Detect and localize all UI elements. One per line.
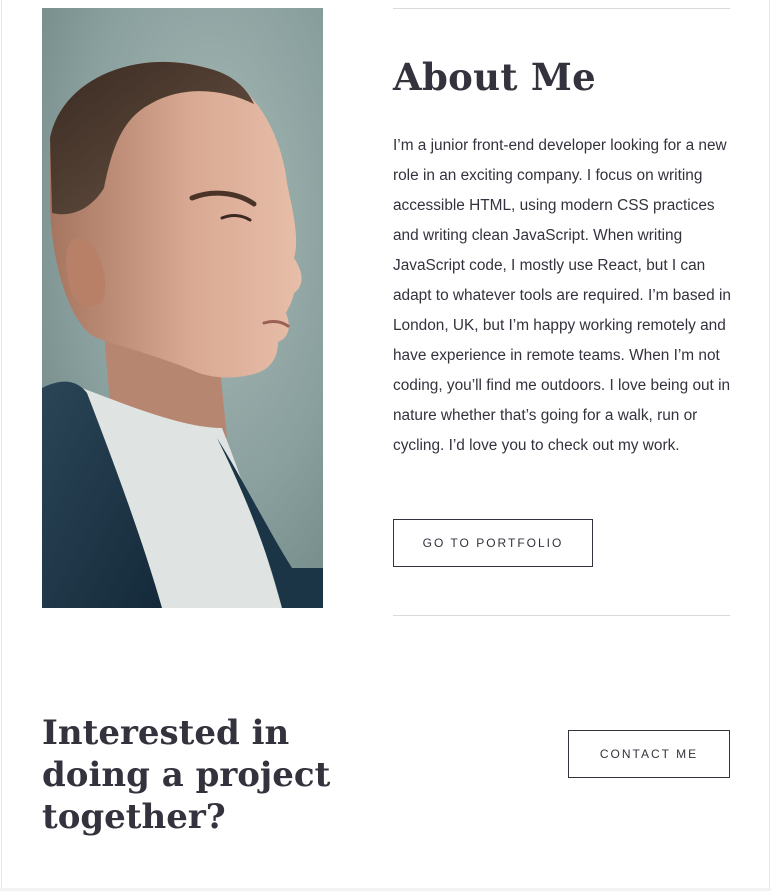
about-title: About Me — [393, 55, 597, 99]
about-description: I’m a junior front-end developer looking… — [393, 137, 731, 454]
page-border-left — [1, 0, 2, 891]
profile-photo-illustration — [42, 8, 323, 608]
contact-me-button[interactable]: CONTACT ME — [568, 730, 730, 778]
divider-bottom — [393, 615, 730, 616]
divider-top — [393, 8, 730, 9]
go-to-portfolio-button[interactable]: GO TO PORTFOLIO — [393, 519, 593, 567]
profile-photo — [42, 8, 323, 608]
page-border-right — [769, 0, 770, 891]
cta-heading: Interested in doing a project together? — [42, 713, 331, 837]
